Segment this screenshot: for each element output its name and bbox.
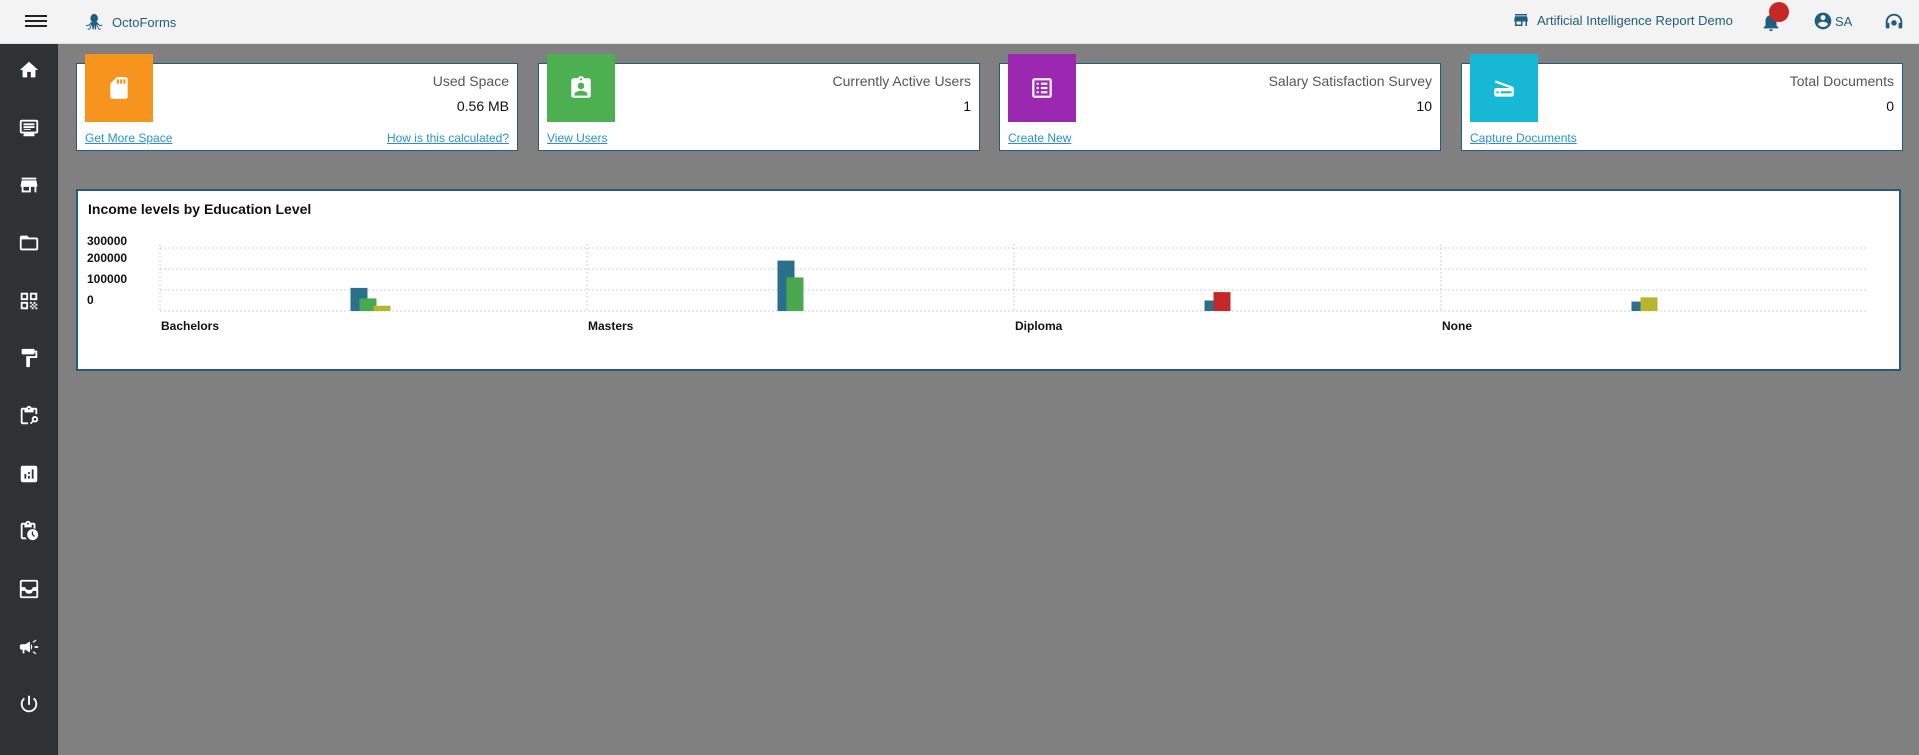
card-icon-tile	[1470, 54, 1538, 122]
income-bar-chart: 0 100000 200000 300000 Bachelors Masters Diplo…	[87, 234, 1868, 333]
clipboard-search-icon	[20, 405, 39, 425]
card-value: 0	[1886, 98, 1894, 114]
card-value: 0.56 MB	[456, 98, 509, 114]
card-icon-tile	[85, 54, 153, 122]
sidebar-item-home[interactable]	[0, 47, 58, 93]
app-brand[interactable]: OctoForms	[84, 11, 176, 33]
documents-card: Total Documents 0 Capture Documents	[1461, 54, 1903, 151]
sidebar-item-logout[interactable]	[0, 681, 58, 727]
sidebar	[0, 44, 58, 755]
x-tick-label: Masters	[588, 319, 634, 333]
sidebar-item-store[interactable]	[0, 162, 58, 208]
qr-code-icon	[20, 292, 38, 310]
survey-card: Salary Satisfaction Survey 10 Create New	[999, 54, 1441, 151]
view-users-link[interactable]: View Users	[547, 131, 607, 145]
list-form-icon	[1032, 78, 1052, 98]
user-initials: SA	[1835, 13, 1853, 29]
user-menu[interactable]: SA	[1813, 11, 1852, 31]
y-tick-label: 200000	[87, 251, 127, 265]
sidebar-item-design[interactable]	[0, 335, 58, 381]
campaign-icon	[19, 639, 39, 655]
sidebar-item-analytics[interactable]	[0, 451, 58, 497]
store-icon	[1514, 14, 1528, 26]
power-icon	[20, 695, 38, 713]
octopus-logo-icon	[85, 13, 103, 30]
organization-name: Artificial Intelligence Report Demo	[1537, 12, 1733, 28]
y-tick-label: 300000	[87, 234, 127, 248]
card-title: Currently Active Users	[832, 73, 971, 89]
create-new-link[interactable]: Create New	[1008, 131, 1071, 145]
sidebar-item-inbox[interactable]	[0, 566, 58, 612]
sidebar-item-folders[interactable]	[0, 220, 58, 266]
income-chart-panel: Income levels by Education Level 0 100000…	[76, 189, 1901, 371]
active-users-card: Currently Active Users 1 View Users	[538, 54, 980, 151]
sidebar-item-qr[interactable]	[0, 278, 58, 324]
sidebar-item-forms[interactable]	[0, 105, 58, 151]
get-more-space-link[interactable]: Get More Space	[85, 131, 172, 145]
card-title: Salary Satisfaction Survey	[1268, 73, 1432, 89]
card-title: Total Documents	[1789, 73, 1894, 89]
analytics-icon	[20, 465, 38, 483]
inbox-icon	[19, 579, 39, 599]
sidebar-item-announcements[interactable]	[0, 624, 58, 670]
menu-icon[interactable]	[25, 12, 47, 30]
sidebar-item-pending[interactable]	[0, 508, 58, 554]
bar	[786, 277, 804, 311]
bar	[1640, 297, 1658, 311]
card-value: 1	[963, 98, 971, 114]
x-tick-label: None	[1442, 319, 1472, 333]
how-calculated-link[interactable]: How is this calculated?	[387, 131, 509, 145]
forms-icon	[19, 119, 39, 137]
organization-selector[interactable]: Artificial Intelligence Report Demo	[1512, 11, 1733, 29]
scanner-icon	[1494, 80, 1514, 97]
x-tick-label: Diploma	[1015, 319, 1063, 333]
app-name: OctoForms	[112, 14, 177, 30]
clipboard-clock-icon	[20, 520, 39, 541]
capture-documents-link[interactable]: Capture Documents	[1470, 131, 1577, 145]
folder-icon	[19, 235, 39, 251]
home-icon	[19, 61, 39, 78]
used-space-card: Used Space 0.56 MB Get More Space How is…	[76, 54, 518, 151]
card-title: Used Space	[432, 73, 509, 89]
bar	[1213, 292, 1231, 311]
user-badge-icon	[571, 76, 591, 98]
account-circle-icon	[1814, 12, 1832, 30]
card-icon-tile	[547, 54, 615, 122]
card-icon-tile	[1008, 54, 1076, 122]
bar	[373, 305, 391, 311]
support-agent-icon[interactable]	[1883, 11, 1905, 33]
sidebar-item-review[interactable]	[0, 393, 58, 439]
y-tick-label: 100000	[87, 272, 127, 286]
y-tick-label: 0	[87, 293, 94, 307]
sd-card-icon	[110, 77, 128, 99]
x-tick-label: Bachelors	[161, 319, 219, 333]
top-bar: OctoForms Artificial Intelligence Report…	[0, 0, 1919, 44]
store-icon	[20, 177, 38, 193]
card-value: 10	[1416, 98, 1432, 114]
paint-roller-icon	[21, 348, 38, 368]
notification-badge	[1769, 2, 1789, 22]
